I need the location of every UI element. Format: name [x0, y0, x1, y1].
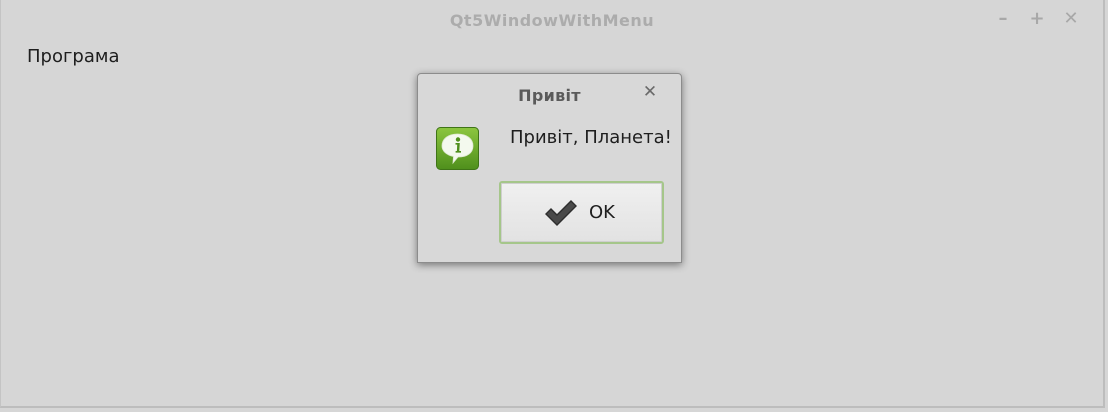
- checkmark-icon: [545, 200, 577, 226]
- maximize-button[interactable]: +: [1027, 8, 1047, 30]
- dialog-close-button[interactable]: ✕: [640, 82, 660, 102]
- information-icon: [436, 127, 479, 170]
- dialog-message: Привіт, Планета!: [510, 127, 672, 148]
- ok-button-label: OK: [589, 202, 615, 223]
- message-dialog: Привіт ✕ Привіт, Планета! OK: [417, 73, 682, 263]
- minimize-button[interactable]: –: [993, 8, 1013, 30]
- menu-item-program[interactable]: Програма: [27, 46, 120, 67]
- title-bar[interactable]: Qt5WindowWithMenu – + ✕: [1, 0, 1103, 40]
- ok-button[interactable]: OK: [499, 181, 664, 244]
- close-window-button[interactable]: ✕: [1061, 8, 1081, 30]
- menu-bar: Програма: [1, 40, 1103, 74]
- window-title: Qt5WindowWithMenu: [449, 11, 655, 30]
